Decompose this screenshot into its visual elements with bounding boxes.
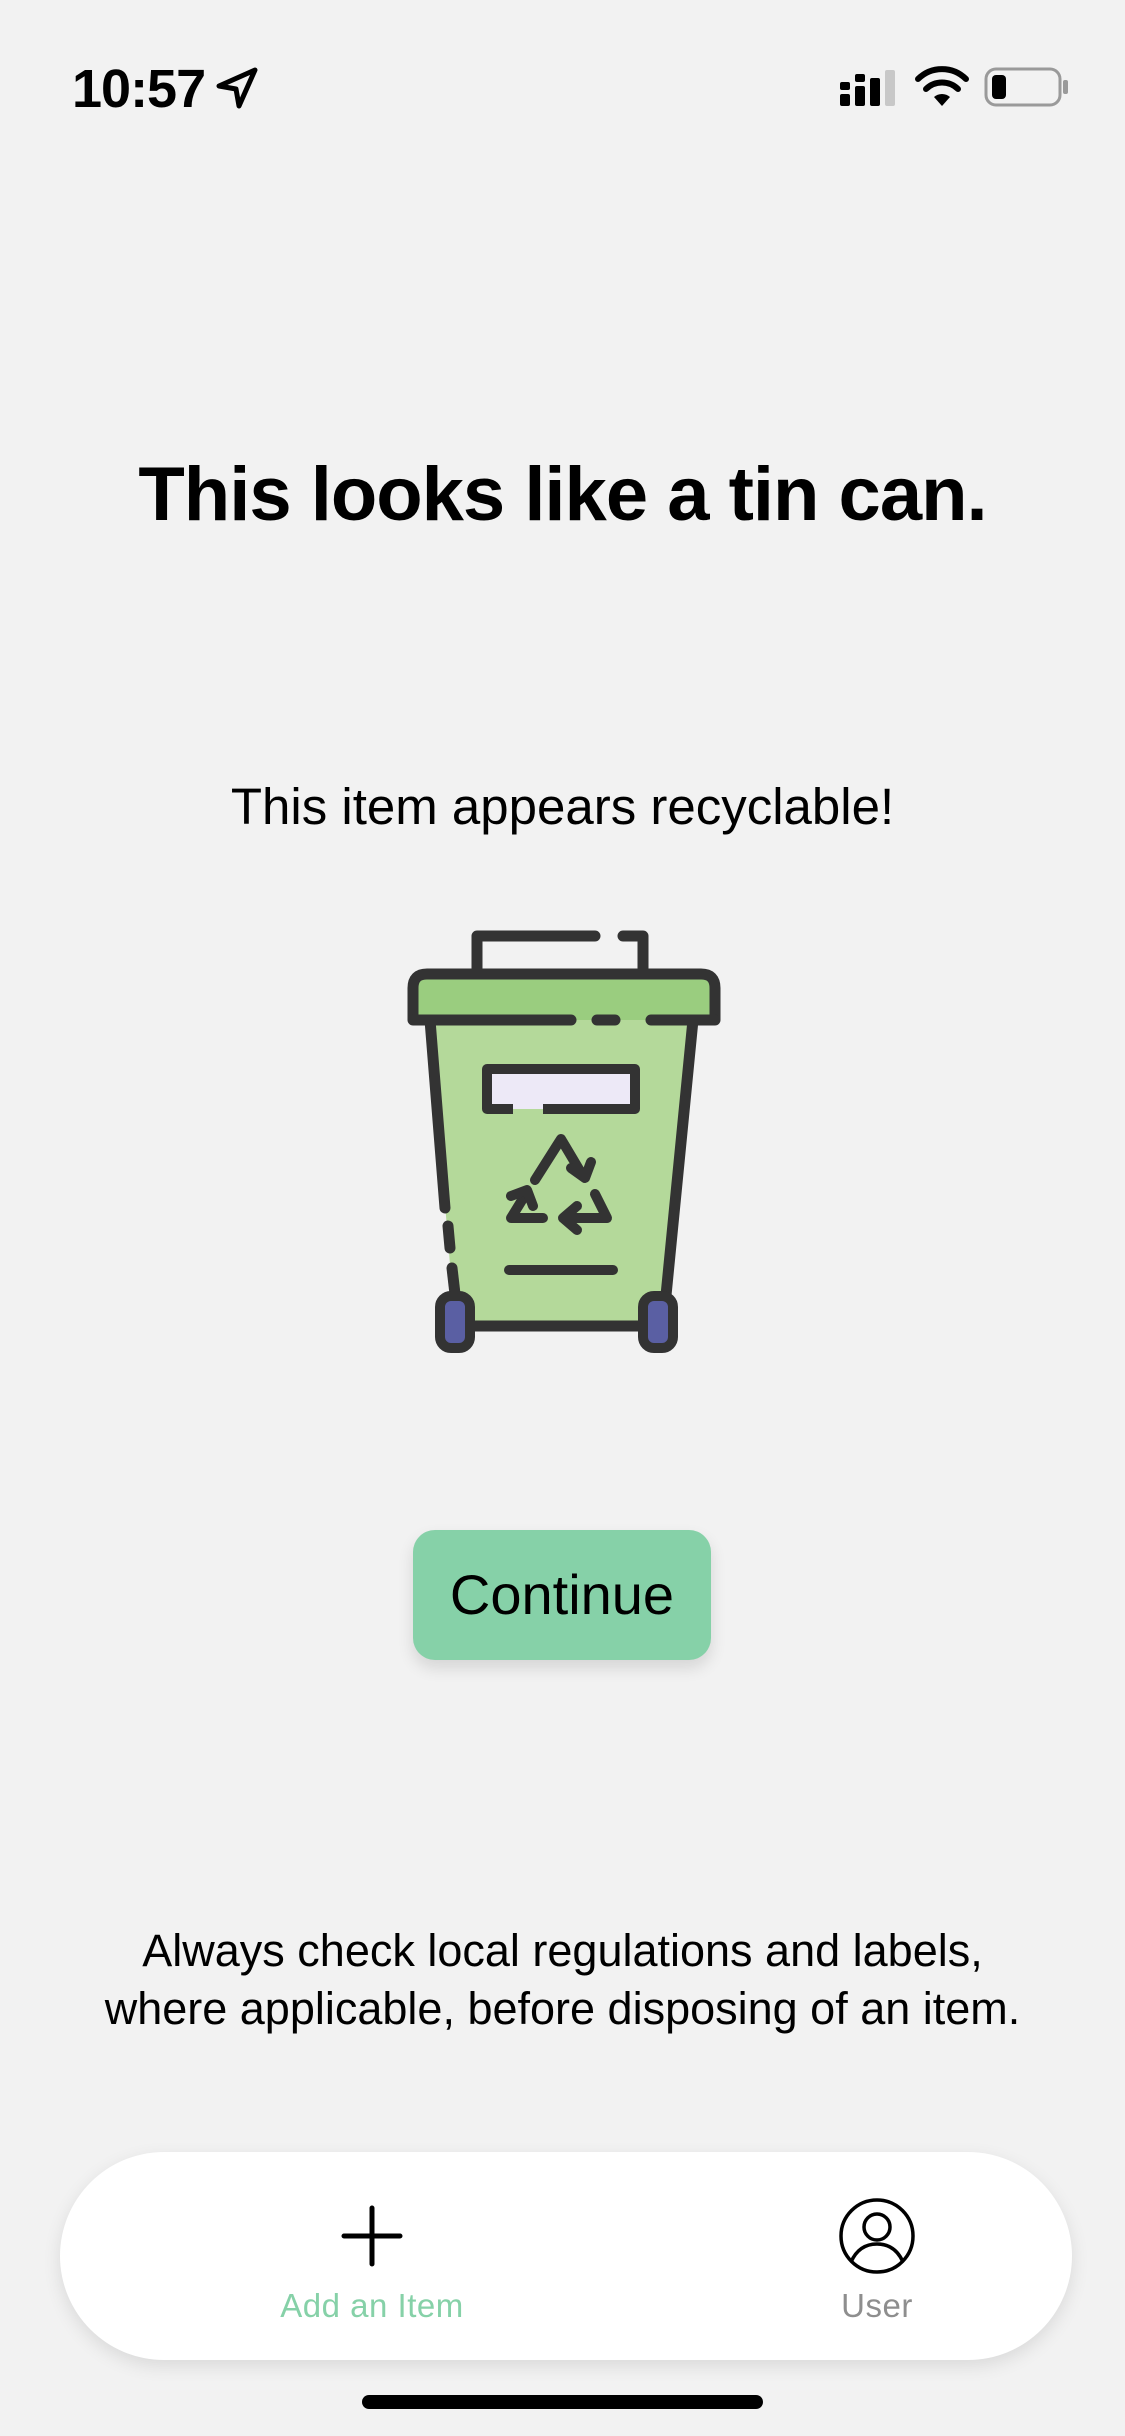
status-bar: 10:57: [0, 0, 1125, 140]
disclaimer-text: Always check local regulations and label…: [0, 1922, 1125, 2038]
tab-add-item[interactable]: Add an Item: [222, 2152, 522, 2360]
wifi-icon: [915, 66, 969, 106]
continue-button[interactable]: Continue: [413, 1530, 711, 1660]
user-circle-icon: [839, 2198, 915, 2274]
result-headline: This looks like a tin can.: [138, 452, 987, 537]
tab-user-label: User: [841, 2287, 913, 2324]
result-subheadline: This item appears recyclable!: [230, 778, 895, 835]
location-arrow-icon: [216, 67, 258, 109]
status-time: 10:57: [72, 59, 206, 119]
recycling-bin-icon: [407, 930, 721, 1353]
battery-low-icon: [984, 67, 1068, 107]
cellular-signal-icon: [840, 70, 895, 106]
plus-icon: [341, 2205, 403, 2267]
disclaimer-line-1: Always check local regulations and label…: [142, 1925, 983, 1976]
tab-add-item-label: Add an Item: [280, 2287, 464, 2324]
tab-bar: Add an Item User: [60, 2152, 1072, 2360]
home-indicator[interactable]: [362, 2395, 763, 2409]
tab-user[interactable]: User: [727, 2152, 1027, 2360]
disclaimer-line-2: where applicable, before disposing of an…: [104, 1983, 1021, 2034]
